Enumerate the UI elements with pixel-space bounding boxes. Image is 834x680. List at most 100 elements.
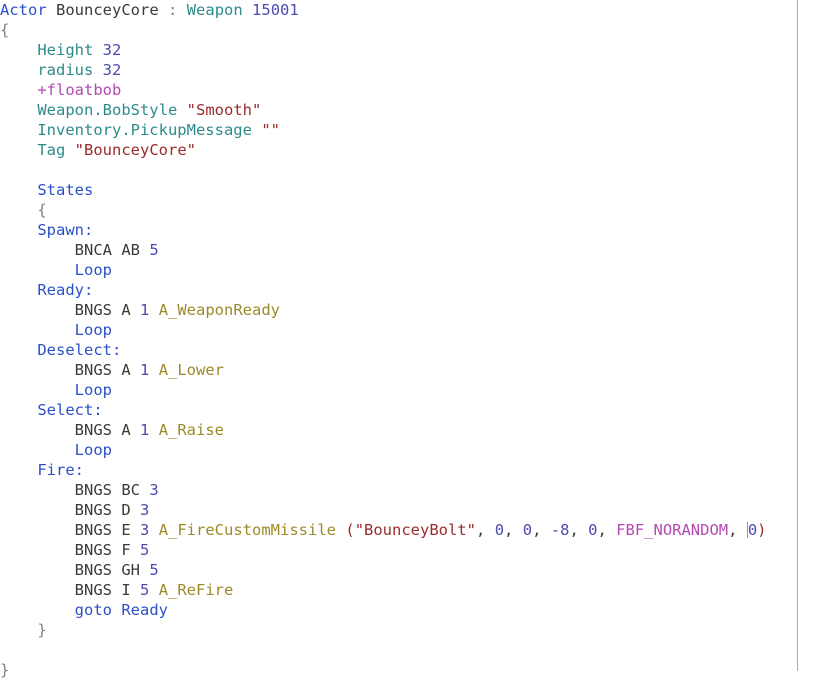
code-editor-pane[interactable]: Actor BounceyCore : Weapon 15001{ Height… bbox=[0, 0, 834, 679]
code-token-ident: BNGS A bbox=[74, 361, 131, 379]
code-line[interactable]: BNGS A 1 A_Raise bbox=[0, 420, 834, 440]
code-token-keyword: Loop bbox=[74, 381, 112, 399]
code-line[interactable]: BNCA AB 5 bbox=[0, 240, 834, 260]
code-line[interactable]: Weapon.BobStyle "Smooth" bbox=[0, 100, 834, 120]
code-token-label: Select: bbox=[37, 401, 103, 419]
code-token-action: A_ReFire bbox=[158, 581, 234, 599]
code-line[interactable]: BNGS BC 3 bbox=[0, 480, 834, 500]
code-token-number: 5 bbox=[140, 581, 150, 599]
code-token-number: 3 bbox=[149, 481, 159, 499]
code-token-ident: BNGS D bbox=[74, 501, 131, 519]
code-token-ident: BNGS BC bbox=[74, 481, 140, 499]
code-token-type: Tag bbox=[37, 141, 66, 159]
code-line[interactable]: Ready: bbox=[0, 280, 834, 300]
code-line[interactable]: } bbox=[0, 660, 834, 680]
code-line[interactable]: radius 32 bbox=[0, 60, 834, 80]
code-token-number: 3 bbox=[140, 501, 150, 519]
code-line[interactable]: Tag "BounceyCore" bbox=[0, 140, 834, 160]
code-line[interactable]: Spawn: bbox=[0, 220, 834, 240]
code-token-label: Spawn: bbox=[37, 221, 94, 239]
code-token-number: 3 bbox=[140, 521, 150, 539]
code-token-action: A_Lower bbox=[158, 361, 225, 379]
code-line[interactable]: Select: bbox=[0, 400, 834, 420]
code-token-ident: BNGS A bbox=[74, 301, 131, 319]
code-line[interactable]: BNGS A 1 A_Lower bbox=[0, 360, 834, 380]
code-token-type: Height bbox=[37, 41, 94, 59]
code-line[interactable]: { bbox=[0, 20, 834, 40]
code-token-punct: } bbox=[37, 621, 47, 639]
code-line[interactable]: Actor BounceyCore : Weapon 15001 bbox=[0, 0, 834, 20]
code-token-string: "Smooth" bbox=[186, 101, 262, 119]
code-line[interactable]: } bbox=[0, 620, 834, 640]
code-token-flag: +floatbob bbox=[37, 81, 122, 99]
code-line[interactable]: Loop bbox=[0, 260, 834, 280]
code-line[interactable] bbox=[0, 160, 834, 180]
code-token-punct: } bbox=[0, 661, 10, 679]
code-line[interactable]: Inventory.PickupMessage "" bbox=[0, 120, 834, 140]
code-token-ident: BNGS F bbox=[74, 541, 131, 559]
code-line[interactable]: BNGS E 3 A_FireCustomMissile ("BounceyBo… bbox=[0, 520, 834, 540]
code-line[interactable]: Deselect: bbox=[0, 340, 834, 360]
code-token-ident: BounceyCore bbox=[56, 1, 159, 19]
code-token-number: 5 bbox=[149, 241, 159, 259]
code-line[interactable]: Loop bbox=[0, 440, 834, 460]
code-line[interactable]: BNGS F 5 bbox=[0, 540, 834, 560]
code-content[interactable]: Actor BounceyCore : Weapon 15001{ Height… bbox=[0, 0, 834, 680]
code-line[interactable]: Height 32 bbox=[0, 40, 834, 60]
code-token-punct: { bbox=[0, 21, 10, 39]
code-token-paren: ) bbox=[757, 521, 767, 539]
code-token-number: 0 bbox=[494, 521, 505, 539]
code-token-keyword: Loop bbox=[74, 321, 112, 339]
code-token-ident: BNGS GH bbox=[74, 561, 140, 579]
code-line[interactable]: Fire: bbox=[0, 460, 834, 480]
code-token-number: 32 bbox=[102, 41, 122, 59]
code-token-type: radius bbox=[37, 61, 94, 79]
code-line[interactable]: BNGS I 5 A_ReFire bbox=[0, 580, 834, 600]
code-token-number: 1 bbox=[140, 301, 150, 319]
code-line[interactable]: Loop bbox=[0, 380, 834, 400]
code-line[interactable]: BNGS D 3 bbox=[0, 500, 834, 520]
code-line[interactable]: goto Ready bbox=[0, 600, 834, 620]
code-line[interactable]: { bbox=[0, 200, 834, 220]
code-token-ident: BNGS A bbox=[74, 421, 131, 439]
code-line[interactable]: States bbox=[0, 180, 834, 200]
code-line[interactable]: BNGS A 1 A_WeaponReady bbox=[0, 300, 834, 320]
code-line[interactable]: BNGS GH 5 bbox=[0, 560, 834, 580]
code-line[interactable]: +floatbob bbox=[0, 80, 834, 100]
code-token-keyword: goto bbox=[74, 601, 112, 619]
code-line[interactable]: Loop bbox=[0, 320, 834, 340]
code-line[interactable] bbox=[0, 640, 834, 660]
code-token-number: 0 bbox=[522, 521, 533, 539]
